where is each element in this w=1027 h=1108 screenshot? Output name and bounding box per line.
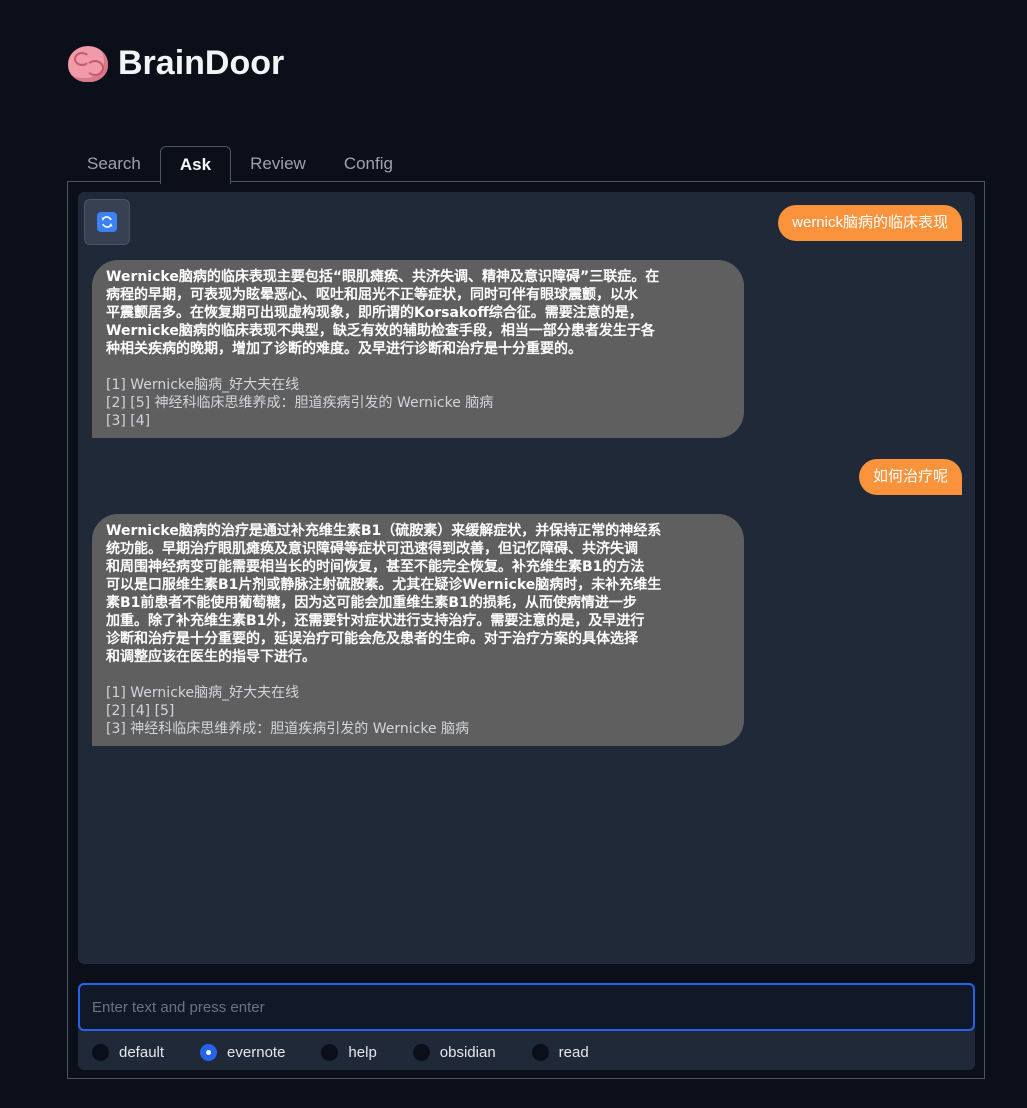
radio-default[interactable]: default bbox=[92, 1043, 165, 1061]
radio-evernote[interactable]: evernote bbox=[200, 1043, 286, 1061]
bot-line: 统功能。早期治疗眼肌瘫痪及意识障碍等症状可迅速得到改善，但记忆障碍、共济失调 bbox=[106, 541, 638, 557]
bot-line: Wernicke脑病的临床表现主要包括“眼肌瘫痪、共济失调、精神及意识障碍”三联… bbox=[106, 269, 660, 285]
bot-line: Wernicke脑病的治疗是通过补充维生素B1（硫胺素）来缓解症状，并保持正常的… bbox=[106, 523, 662, 539]
radio-label: help bbox=[348, 1043, 377, 1061]
reference-list: [1] Wernicke脑病_好大夫在线 [2] [4] [5] [3] 神经科… bbox=[106, 684, 730, 738]
reference-item[interactable]: [1] Wernicke脑病_好大夫在线 bbox=[106, 376, 730, 394]
bot-line: 和调整应该在医生的指导下进行。 bbox=[106, 649, 316, 665]
bot-line: Wernicke脑病的临床表现不典型，缺乏有效的辅助检查手段，相当一部分患者发生… bbox=[106, 323, 655, 339]
radio-button-selected[interactable] bbox=[200, 1043, 218, 1061]
radio-label: default bbox=[119, 1043, 165, 1061]
bot-line: 种相关疾病的晚期，增加了诊断的难度。及早进行诊断和治疗是十分重要的。 bbox=[106, 341, 582, 357]
refresh-button[interactable] bbox=[84, 199, 130, 245]
bot-line: 病程的早期，可表现为眩晕恶心、呕吐和屈光不正等症状，同时可伴有眼球震颤，以水 bbox=[106, 287, 638, 303]
brain-icon bbox=[68, 45, 108, 82]
bot-message: Wernicke脑病的治疗是通过补充维生素B1（硫胺素）来缓解症状，并保持正常的… bbox=[92, 514, 744, 746]
tab-review[interactable]: Review bbox=[231, 146, 325, 182]
radio-label: read bbox=[558, 1043, 589, 1061]
radio-label: obsidian bbox=[439, 1043, 496, 1061]
tab-bar: Search Ask Review Config bbox=[68, 146, 412, 184]
reference-item[interactable]: [3] 神经科临床思维养成：胆道疾病引发的 Wernicke 脑病 bbox=[106, 720, 730, 738]
bot-line: 可以是口服维生素B1片剂或静脉注射硫胺素。尤其在疑诊Wernicke脑病时，未补… bbox=[106, 577, 662, 593]
user-message: 如何治疗呢 bbox=[858, 459, 962, 495]
radio-button[interactable] bbox=[531, 1043, 549, 1061]
radio-button[interactable] bbox=[412, 1043, 430, 1061]
reference-item[interactable]: [2] [5] 神经科临床思维养成：胆道疾病引发的 Wernicke 脑病 bbox=[106, 394, 730, 412]
tab-config[interactable]: Config bbox=[325, 146, 412, 182]
mode-radio-group: default evernote help obsidian read bbox=[92, 1041, 625, 1063]
bot-line: 加重。除了补充维生素B1外，还需要针对症状进行支持治疗。需要注意的是，及早进行 bbox=[106, 613, 645, 629]
reference-list: [1] Wernicke脑病_好大夫在线 [2] [5] 神经科临床思维养成：胆… bbox=[106, 376, 730, 430]
tab-search[interactable]: Search bbox=[68, 146, 160, 182]
app-title-bar: BrainDoor bbox=[68, 44, 284, 83]
radio-obsidian[interactable]: obsidian bbox=[412, 1043, 496, 1061]
bot-line: 诊断和治疗是十分重要的，延误治疗可能会危及患者的生命。对于治疗方案的具体选择 bbox=[106, 631, 638, 647]
bot-line: 和周围神经病变可能需要相当长的时间恢复，甚至不能完全恢复。补充维生素B1的方法 bbox=[106, 559, 645, 575]
reference-item[interactable]: [2] [4] [5] bbox=[106, 702, 730, 720]
bot-message: Wernicke脑病的临床表现主要包括“眼肌瘫痪、共济失调、精神及意识障碍”三联… bbox=[92, 260, 744, 438]
bot-message-text: Wernicke脑病的临床表现主要包括“眼肌瘫痪、共济失调、精神及意识障碍”三联… bbox=[106, 268, 730, 358]
bot-line: 素B1前患者不能使用葡萄糖，因为这可能会加重维生素B1的损耗，从而使病情进一步 bbox=[106, 595, 637, 611]
radio-read[interactable]: read bbox=[531, 1043, 589, 1061]
radio-label: evernote bbox=[227, 1043, 286, 1061]
bot-line: 平震颤居多。在恢复期可出现虚构现象，即所谓的Korsakoff综合征。需要注意的… bbox=[106, 305, 643, 321]
app-title: BrainDoor bbox=[118, 44, 285, 82]
radio-button[interactable] bbox=[92, 1043, 109, 1061]
chat-input[interactable] bbox=[78, 983, 975, 1031]
tab-ask[interactable]: Ask bbox=[159, 146, 232, 184]
reference-item[interactable]: [1] Wernicke脑病_好大夫在线 bbox=[106, 684, 730, 702]
bot-message-text: Wernicke脑病的治疗是通过补充维生素B1（硫胺素）来缓解症状，并保持正常的… bbox=[106, 522, 730, 666]
reference-item[interactable]: [3] [4] bbox=[106, 412, 730, 430]
radio-help[interactable]: help bbox=[321, 1043, 377, 1061]
radio-button[interactable] bbox=[321, 1043, 339, 1061]
user-message: wernick脑病的临床表现 bbox=[778, 205, 962, 241]
refresh-icon bbox=[97, 212, 117, 232]
